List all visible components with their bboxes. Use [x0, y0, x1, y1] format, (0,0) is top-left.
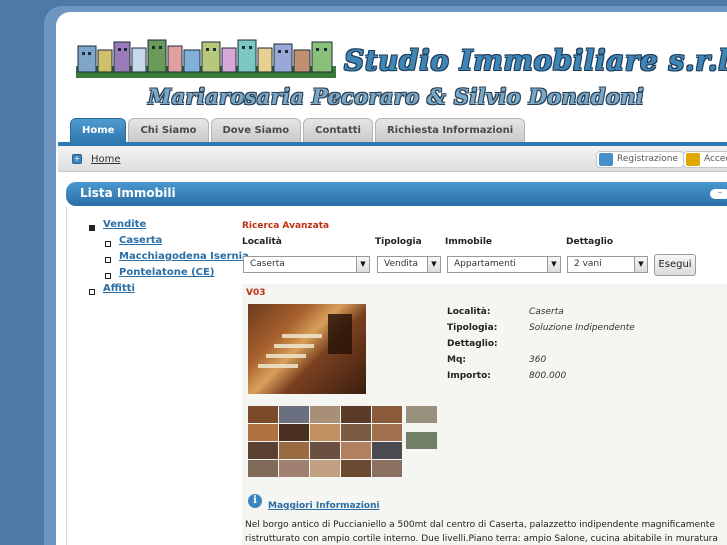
select-immobile[interactable]: Appartamenti ▼ — [447, 256, 561, 273]
thumbnail-photo[interactable] — [310, 406, 340, 423]
register-icon — [599, 153, 613, 166]
thumbnail-photo[interactable] — [310, 460, 340, 477]
thumbnail-photo[interactable] — [248, 460, 278, 477]
detail-label-importo: Importo: — [447, 371, 491, 381]
listing-description: Nel borgo antico di Puccianiello a 500mt… — [245, 520, 718, 544]
info-icon: i — [248, 494, 262, 508]
tree-item-vendite[interactable]: Vendite — [103, 219, 146, 230]
select-dettaglio[interactable]: 2 vani ▼ — [567, 256, 648, 273]
thumbnail-photo[interactable] — [341, 424, 371, 441]
detail-value-importo: 800.000 — [529, 371, 567, 381]
listing-main-photo[interactable] — [248, 304, 366, 394]
thumbnail-photo[interactable] — [279, 406, 309, 423]
thumbnail-photo[interactable] — [248, 442, 278, 459]
bullet-icon — [89, 289, 95, 295]
breadcrumb-home-link[interactable]: Home — [91, 154, 121, 165]
detail-label-dettaglio: Dettaglio: — [447, 339, 498, 349]
thumbnail-photo[interactable] — [279, 424, 309, 441]
thumbnail-photo[interactable] — [310, 424, 340, 441]
more-info-link[interactable]: Maggiori Informazioni — [268, 501, 380, 511]
logo-skyline — [76, 39, 336, 78]
tree-item-pontelatone[interactable]: Pontelatone (CE) — [119, 267, 214, 278]
search-submit-button[interactable]: Esegui — [654, 254, 696, 276]
thumbnail-photo[interactable] — [372, 460, 402, 477]
select-immobile-value: Appartamenti — [454, 259, 516, 269]
detail-label-tipologia: Tipologia: — [447, 323, 498, 333]
tab-contatti[interactable]: Contatti — [303, 118, 373, 142]
thumbnail-photo[interactable] — [372, 442, 402, 459]
select-localita[interactable]: Caserta ▼ — [243, 256, 370, 273]
select-tipologia-value: Vendita — [384, 259, 418, 269]
select-localita-value: Caserta — [250, 259, 285, 269]
main-nav-tabs: Home Chi Siamo Dove Siamo Contatti Richi… — [70, 118, 526, 142]
advanced-search-heading: Ricerca Avanzata — [242, 221, 330, 231]
chevron-down-icon: ▼ — [547, 257, 560, 272]
login-button[interactable]: Accedi — [683, 151, 727, 168]
detail-value-tipologia: Soluzione Indipendente — [529, 323, 635, 333]
section-title: Lista Immobili — [80, 186, 176, 200]
register-label: Registrazione — [617, 154, 679, 164]
chevron-down-icon: ▼ — [427, 257, 440, 272]
bullet-icon — [105, 241, 111, 247]
detail-value-mq: 360 — [529, 355, 547, 365]
tree-item-macchiagodena[interactable]: Macchiagodena Isernia — [119, 251, 249, 262]
label-localita: Località — [242, 237, 282, 247]
chevron-down-icon: ▼ — [356, 257, 369, 272]
site-subtitle: Mariarosaria Pecoraro & Silvio Donadoni — [148, 84, 645, 109]
bullet-icon — [105, 257, 111, 263]
site-title: Studio Immobiliare s.r.l. — [344, 44, 727, 77]
thumbnail-photo[interactable] — [372, 406, 402, 423]
thumbnail-photo[interactable] — [406, 406, 437, 423]
label-dettaglio: Dettaglio — [566, 237, 614, 247]
thumbnail-photo[interactable] — [248, 406, 278, 423]
thumbnail-photo[interactable] — [248, 424, 278, 441]
thumbnail-photo[interactable] — [406, 432, 437, 449]
login-label: Accedi — [704, 154, 727, 164]
chevron-down-icon: ▼ — [634, 257, 647, 272]
lock-icon — [686, 153, 700, 166]
home-icon[interactable]: + — [72, 154, 82, 164]
tree-item-caserta[interactable]: Caserta — [119, 235, 162, 246]
bullet-icon — [105, 273, 111, 279]
detail-label-localita: Località: — [447, 307, 491, 317]
thumbnail-photo[interactable] — [279, 460, 309, 477]
thumbnail-photo[interactable] — [372, 424, 402, 441]
register-button[interactable]: Registrazione — [596, 151, 685, 168]
tree-item-affitti[interactable]: Affitti — [103, 283, 135, 294]
detail-label-mq: Mq: — [447, 355, 466, 365]
listing-code: V03 — [246, 288, 266, 298]
tab-richiesta-informazioni[interactable]: Richiesta Informazioni — [374, 118, 526, 142]
thumbnail-photo[interactable] — [341, 442, 371, 459]
thumbnail-photo[interactable] — [341, 406, 371, 423]
thumbnail-photo[interactable] — [310, 442, 340, 459]
label-immobile: Immobile — [445, 237, 493, 247]
tab-chi-siamo[interactable]: Chi Siamo — [128, 118, 209, 142]
label-tipologia: Tipologia — [375, 237, 422, 247]
thumbnail-photo[interactable] — [341, 460, 371, 477]
tab-dove-siamo[interactable]: Dove Siamo — [210, 118, 302, 142]
thumbnail-photo[interactable] — [279, 442, 309, 459]
select-tipologia[interactable]: Vendita ▼ — [377, 256, 441, 273]
select-dettaglio-value: 2 vani — [574, 259, 602, 269]
tab-home[interactable]: Home — [70, 118, 127, 142]
collapse-icon[interactable]: – — [710, 189, 727, 199]
bullet-icon — [89, 225, 95, 231]
detail-value-localita: Caserta — [529, 307, 564, 317]
